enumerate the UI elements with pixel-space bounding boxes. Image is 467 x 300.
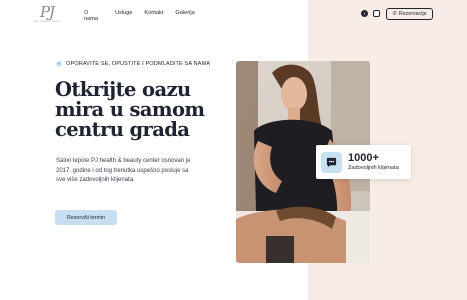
stats-label: Zadovoljnih klijenata — [348, 165, 399, 171]
logo-subtitle: HEALTH & BEAUTY CENTER — [33, 21, 61, 23]
sparkle-icon: ✦ — [56, 61, 62, 67]
book-appointment-button[interactable]: Rezerviši termin — [55, 210, 117, 225]
nav-item-kontakt[interactable]: Kontakt — [144, 10, 163, 22]
hero-headline: Otkrijte oazu mira u samom centru grada — [55, 78, 205, 141]
reservations-label: Rezervacije — [398, 11, 427, 17]
chat-icon — [321, 151, 342, 173]
logo-mark: PJ — [39, 3, 55, 21]
phone-icon: ✆ — [392, 11, 397, 17]
instagram-icon[interactable] — [373, 10, 380, 17]
logo[interactable]: PJ HEALTH & BEAUTY CENTER — [33, 3, 61, 26]
facebook-icon[interactable]: f — [361, 10, 368, 17]
stats-card: 1000+ Zadovoljnih klijenata — [316, 145, 411, 179]
nav-item-usluge[interactable]: Usluge — [115, 10, 132, 22]
main-nav: O nama Usluge Kontakt Galerija — [84, 10, 195, 22]
reservations-button[interactable]: ✆ Rezervacije — [386, 8, 433, 20]
hero-description: Salon lepote PJ health & beauty center o… — [56, 158, 191, 183]
stats-number: 1000+ — [348, 152, 379, 164]
nav-item-galerija[interactable]: Galerija — [175, 10, 194, 22]
hero-tagline: ✦ OPORAVITE SE, OPUSTITE I PODMLADITE SA… — [56, 61, 210, 67]
nav-item-o-nama[interactable]: O nama — [84, 10, 103, 22]
hero-tagline-text: OPORAVITE SE, OPUSTITE I PODMLADITE SA N… — [66, 61, 211, 67]
social-links: f — [361, 10, 380, 17]
